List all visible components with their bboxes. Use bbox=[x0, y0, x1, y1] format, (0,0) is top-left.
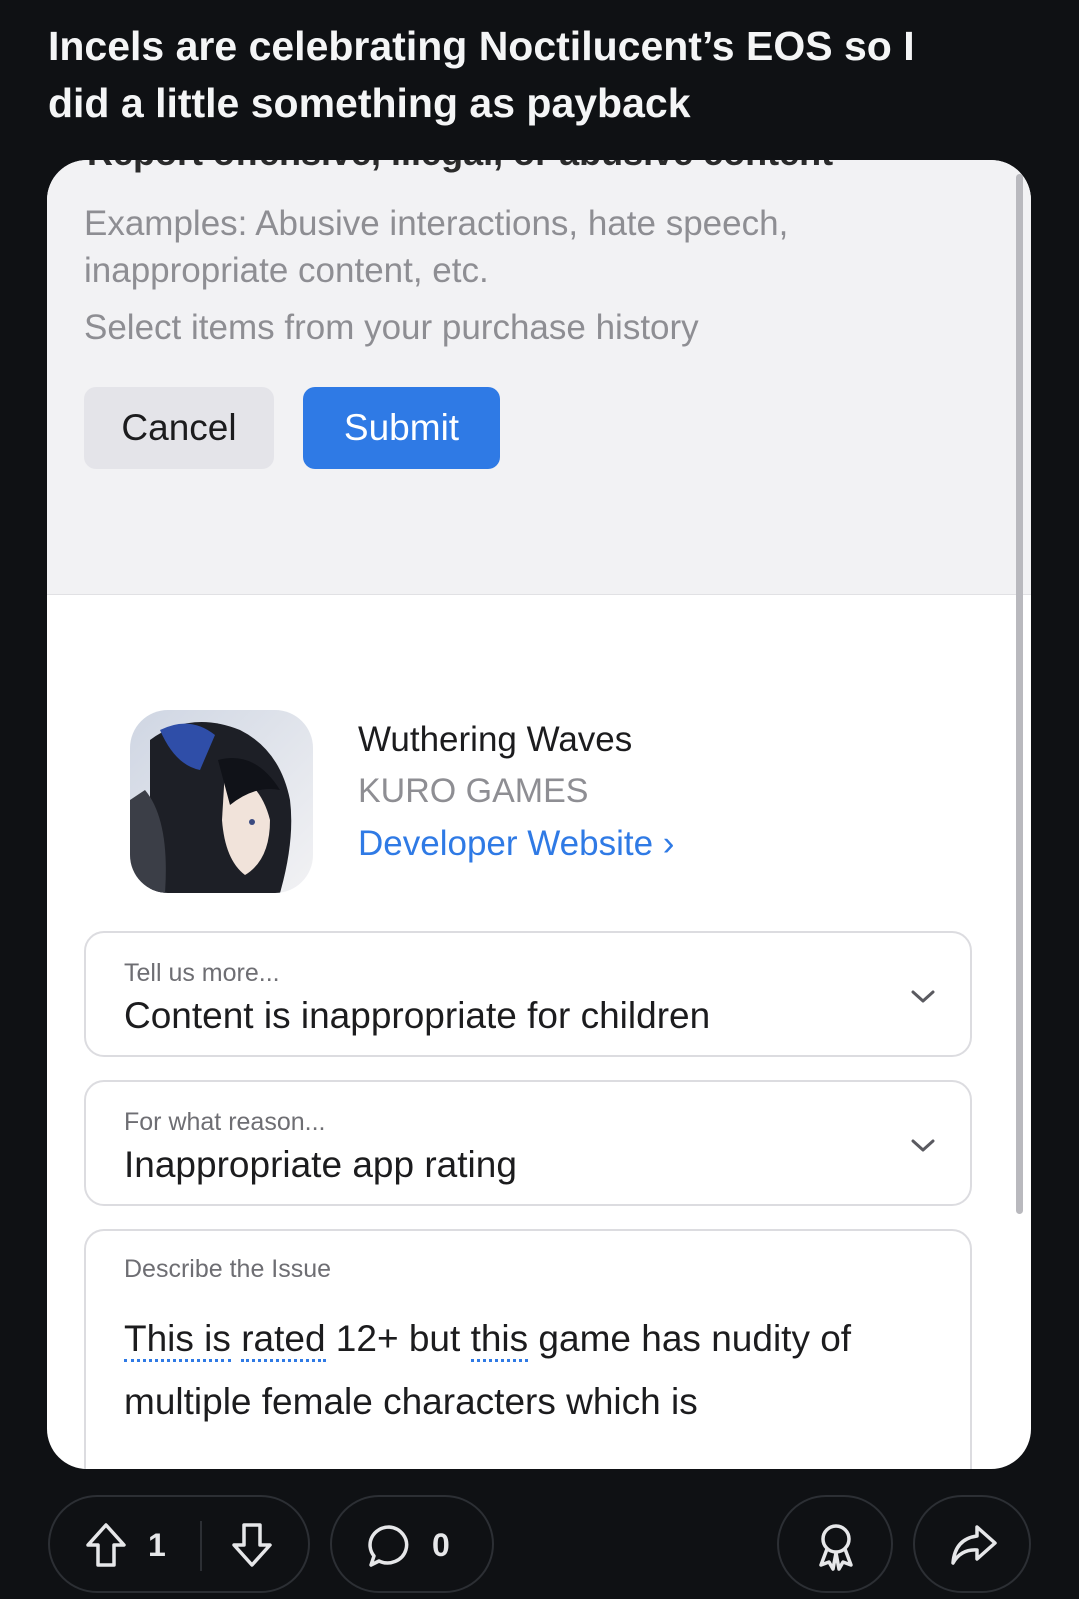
tell-us-more-select[interactable]: Tell us more... Content is inappropriate… bbox=[84, 931, 972, 1057]
spellcheck-word: this bbox=[470, 1318, 529, 1362]
chevron-down-icon bbox=[911, 1139, 935, 1152]
post-title-line-2: did a little something as payback bbox=[48, 80, 691, 126]
upvote-count: 1 bbox=[148, 1527, 166, 1563]
tell-us-more-label: Tell us more... bbox=[124, 959, 280, 987]
comment-button[interactable]: 0 bbox=[330, 1495, 494, 1593]
reason-value: Inappropriate app rating bbox=[124, 1144, 517, 1185]
developer-website-link[interactable]: Developer Website › bbox=[358, 824, 674, 864]
scrollbar[interactable] bbox=[1016, 174, 1023, 1214]
spellcheck-word: rated bbox=[241, 1318, 326, 1362]
report-examples-text: Examples: Abusive interactions, hate spe… bbox=[84, 204, 789, 290]
post-title: Incels are celebrating Noctilucent’s EOS… bbox=[48, 18, 1038, 132]
reason-label: For what reason... bbox=[124, 1108, 326, 1136]
award-icon bbox=[819, 1524, 853, 1571]
describe-issue-textarea[interactable]: Describe the Issue This is rated 12+ but… bbox=[84, 1229, 972, 1469]
report-heading: Report offensive, illegal, or abusive co… bbox=[87, 160, 833, 174]
describe-text-segment: game has nudity of bbox=[528, 1318, 852, 1359]
reason-select[interactable]: For what reason... Inappropriate app rat… bbox=[84, 1080, 972, 1206]
screenshot-card[interactable]: Report offensive, illegal, or abusive co… bbox=[47, 160, 1031, 1469]
chevron-down-icon bbox=[911, 990, 935, 1003]
submit-button[interactable]: Submit bbox=[303, 387, 500, 469]
award-button[interactable] bbox=[777, 1495, 893, 1593]
share-button[interactable] bbox=[913, 1495, 1031, 1593]
select-items-link[interactable]: Select items from your purchase history bbox=[84, 308, 699, 348]
app-icon bbox=[130, 710, 313, 893]
comment-count: 0 bbox=[432, 1527, 450, 1563]
comment-icon bbox=[368, 1525, 409, 1567]
vote-pill: 1 bbox=[48, 1495, 310, 1593]
cancel-button[interactable]: Cancel bbox=[84, 387, 274, 469]
describe-text-line-2: multiple female characters which is bbox=[124, 1381, 698, 1422]
downvote-icon[interactable] bbox=[230, 1521, 274, 1569]
describe-text-segment: 12+ but bbox=[325, 1318, 471, 1359]
tell-us-more-value: Content is inappropriate for children bbox=[124, 995, 711, 1036]
report-sheet: Report offensive, illegal, or abusive co… bbox=[47, 160, 1031, 595]
describe-issue-label: Describe the Issue bbox=[124, 1255, 332, 1283]
share-icon bbox=[951, 1525, 997, 1565]
app-developer: KURO GAMES bbox=[358, 772, 589, 810]
describe-issue-text: This is rated 12+ but this game has nudi… bbox=[124, 1307, 944, 1433]
post-title-line-1: Incels are celebrating Noctilucent’s EOS… bbox=[48, 23, 915, 69]
spellcheck-word: This is bbox=[124, 1318, 231, 1362]
vote-divider bbox=[200, 1521, 202, 1571]
app-name: Wuthering Waves bbox=[358, 720, 633, 759]
upvote-icon[interactable] bbox=[84, 1521, 128, 1569]
